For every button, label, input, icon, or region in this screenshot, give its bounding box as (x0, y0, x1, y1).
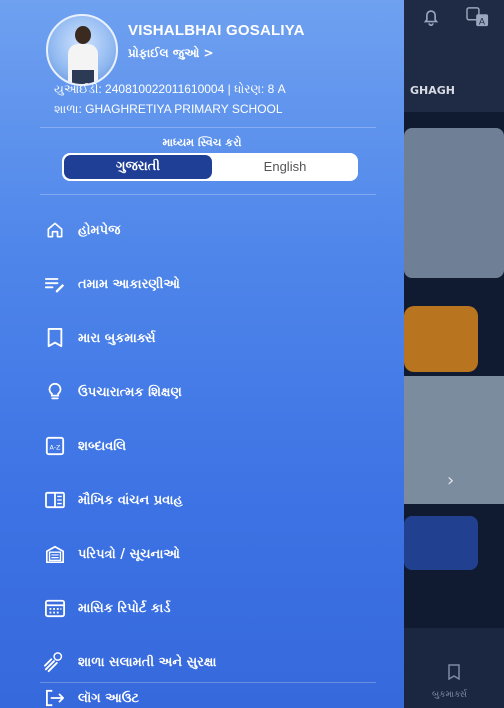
language-toggle[interactable]: ગુજરાતી English (62, 153, 358, 181)
menu-item-school-safety[interactable]: શાળા સલામતી અને સુરક્ષા (42, 644, 372, 680)
menu-item-label: શબ્દાવલિ (78, 438, 127, 454)
menu-item-remedial-teaching[interactable]: ઉપચારાત્મક શિક્ષણ (42, 374, 372, 410)
safety-icon (42, 649, 68, 675)
circulars-icon (42, 541, 68, 567)
menu-item-glossary[interactable]: A-Z શબ્દાવલિ (42, 428, 372, 464)
menu-item-logout[interactable]: લૉગ આઉટ (42, 680, 372, 708)
menu-item-oral-reading-fluency[interactable]: મૌખિક વાંચન પ્રવાહ (42, 482, 372, 518)
menu-item-label: શાળા સલામતી અને સુરક્ષા (78, 654, 217, 670)
background-blue-card (404, 516, 478, 570)
background-card (404, 128, 504, 278)
bulb-icon (42, 379, 68, 405)
menu-item-label: પરિપત્રો / સૂચનાઓ (78, 546, 180, 562)
menu-item-label: ઉપચારાત્મક શિક્ષણ (78, 384, 182, 400)
medium-switch-title: માધ્યમ સ્વિચ કરો (162, 136, 242, 149)
background-orange-card (404, 306, 478, 372)
edit-list-icon (42, 271, 68, 297)
background-top-icons: A (420, 6, 490, 30)
view-profile-label: પ્રોફાઈલ જુઓ (128, 46, 200, 60)
menu-item-all-assessments[interactable]: તમામ આકારણીઓ (42, 266, 372, 302)
background-school-label: GHAGH (410, 84, 455, 97)
logout-icon (42, 685, 68, 708)
chevron-right-icon: › (447, 470, 455, 491)
user-name: VISHALBHAI GOSALIYA (128, 22, 305, 39)
menu-item-label: લૉગ આઉટ (78, 690, 140, 706)
bookmark-tab-icon[interactable] (447, 664, 461, 680)
menu-item-label: મૌખિક વાંચન પ્રવાહ (78, 492, 183, 508)
calendar-icon (42, 595, 68, 621)
svg-text:A: A (479, 16, 486, 26)
menu-item-circulars[interactable]: પરિપત્રો / સૂચનાઓ (42, 536, 372, 572)
menu-item-label: મારા બુકમાર્ક્સ (78, 330, 156, 346)
menu-item-label: તમામ આકારણીઓ (78, 276, 180, 292)
bell-icon[interactable] (420, 6, 444, 30)
menu-item-monthly-report-card[interactable]: માસિક રિપોર્ટ કાર્ડ (42, 590, 372, 626)
chevron-right-icon: > (203, 46, 214, 60)
menu-item-label: માસિક રિપોર્ટ કાર્ડ (78, 600, 171, 616)
menu-item-homepage[interactable]: હોમપેજ (42, 212, 372, 248)
divider (40, 127, 376, 128)
school-info: શાળા: GHAGHRETIYA PRIMARY SCHOOL (54, 102, 283, 116)
bookmark-tab-label[interactable]: બુકમાર્ક્સ (432, 690, 467, 700)
profile-header: VISHALBHAI GOSALIYA પ્રોફાઈલ જુઓ > યુઆઈડી… (0, 0, 404, 130)
menu-item-label: હોમપેજ (78, 222, 121, 238)
avatar[interactable] (46, 14, 118, 86)
svg-text:A-Z: A-Z (50, 445, 62, 452)
divider (40, 194, 376, 195)
uid-class-info: યુઆઈડી: 240810022011610004 | ધોરણ: 8 A (54, 82, 286, 96)
glossary-icon: A-Z (42, 433, 68, 459)
menu-item-my-bookmarks[interactable]: મારા બુકમાર્ક્સ (42, 320, 372, 356)
translate-icon[interactable]: A (466, 6, 490, 30)
book-open-icon (42, 487, 68, 513)
language-option-gujarati[interactable]: ગુજરાતી (64, 155, 212, 179)
view-profile-link[interactable]: પ્રોફાઈલ જુઓ > (128, 46, 214, 61)
language-option-english[interactable]: English (212, 153, 358, 181)
home-icon (42, 217, 68, 243)
bookmark-icon (42, 325, 68, 351)
navigation-drawer: VISHALBHAI GOSALIYA પ્રોફાઈલ જુઓ > યુઆઈડી… (0, 0, 404, 708)
